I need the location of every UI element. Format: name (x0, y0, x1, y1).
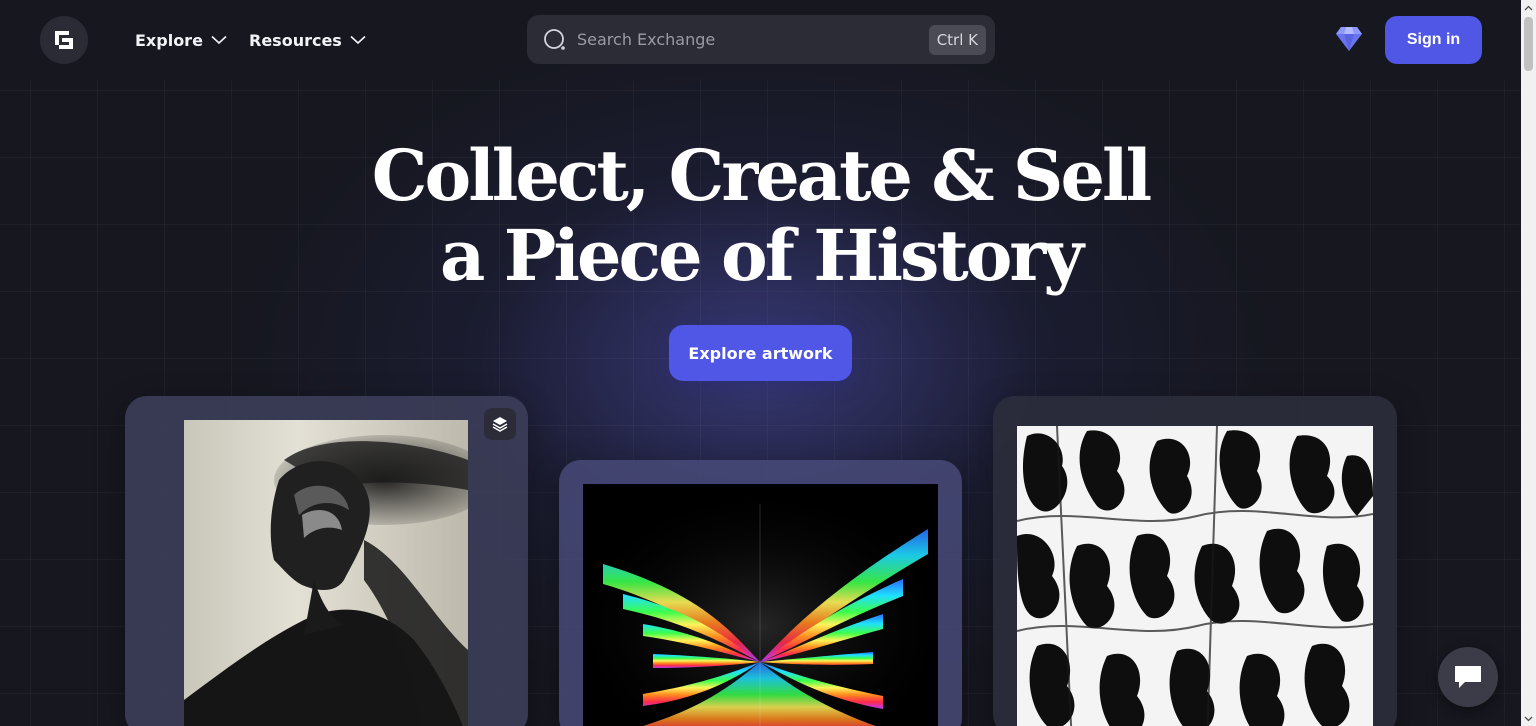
portrait-illustration (184, 435, 468, 726)
exchange-logo-icon (55, 31, 73, 49)
search-placeholder: Search Exchange (577, 30, 716, 49)
nav-explore[interactable]: Explore (135, 28, 227, 52)
gem-button[interactable] (1335, 26, 1363, 56)
gem-icon (1336, 27, 1362, 51)
scrollbar-thumb[interactable] (1524, 17, 1533, 71)
search-input[interactable]: Search Exchange Ctrl K (527, 15, 995, 64)
rainbow-rays-illustration (583, 484, 938, 726)
scroll-down-arrow-icon[interactable] (1521, 711, 1536, 726)
search-icon (544, 28, 565, 50)
black-white-abstract-figures-artwork[interactable] (1017, 426, 1373, 726)
rainbow-light-rays-artwork[interactable] (583, 484, 938, 726)
hero-headline: Collect, Create & Sell a Piece of Histor… (0, 136, 1521, 296)
hero-headline-line1: Collect, Create & Sell (371, 134, 1152, 217)
monochrome-portrait-artwork[interactable] (184, 420, 468, 726)
search-shortcut-badge: Ctrl K (928, 25, 986, 55)
page: Explore Resources Search Exchange Ctrl K… (0, 0, 1521, 726)
artwork-card-3[interactable] (993, 396, 1397, 726)
hero-headline-line2: a Piece of History (440, 214, 1084, 297)
chevron-down-icon (350, 35, 366, 45)
sign-in-button[interactable]: Sign in (1385, 16, 1482, 64)
artwork-card-2[interactable] (559, 460, 962, 726)
multi-edition-badge (484, 408, 516, 440)
abstract-figures-illustration (1017, 426, 1373, 726)
chat-button[interactable] (1438, 647, 1498, 707)
chat-bubble-icon (1455, 666, 1481, 688)
page-scrollbar[interactable] (1521, 0, 1536, 726)
nav-explore-label: Explore (135, 30, 203, 50)
chevron-down-icon (211, 35, 227, 45)
exchange-logo[interactable] (40, 16, 88, 64)
artwork-card-1[interactable] (125, 396, 528, 726)
explore-artwork-button[interactable]: Explore artwork (669, 325, 852, 381)
nav-resources[interactable]: Resources (249, 28, 366, 52)
nav-resources-label: Resources (249, 30, 342, 50)
layers-icon (492, 417, 508, 432)
scroll-up-arrow-icon[interactable] (1521, 0, 1536, 15)
